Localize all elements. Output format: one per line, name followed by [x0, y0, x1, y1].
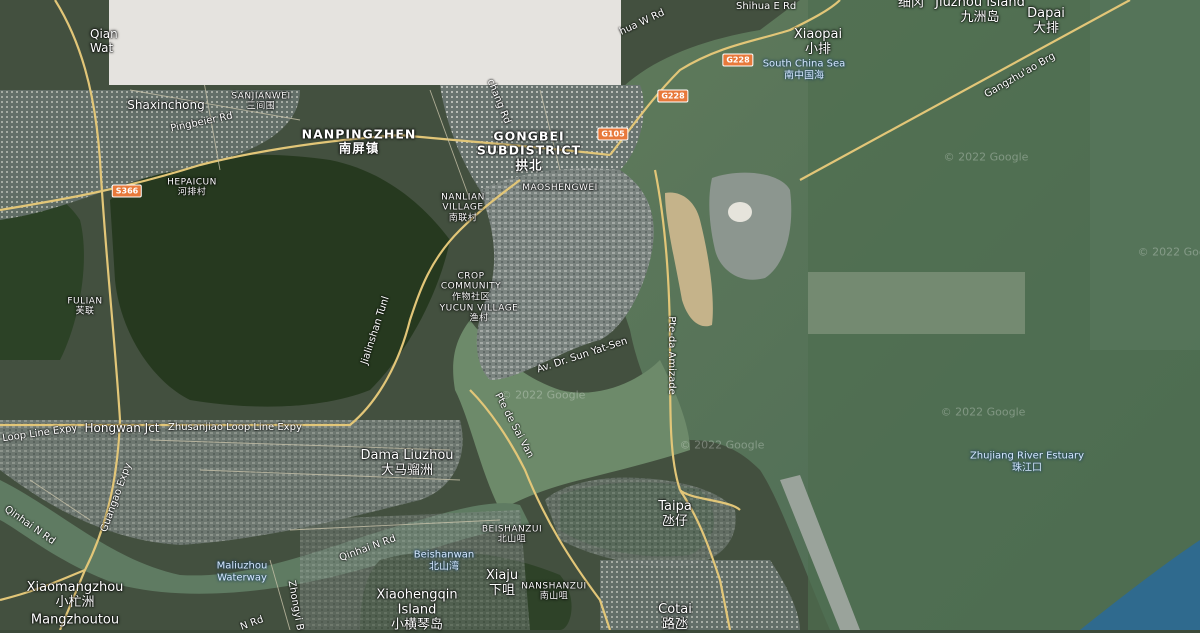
sea-tile-upper [1090, 0, 1200, 350]
place-hepaicun[interactable]: HEPAICUN 河排村 [167, 178, 217, 199]
water-zhujiang-estuary[interactable]: Zhujiang River Estuary 珠江口 [970, 451, 1084, 474]
place-jiuzhou-island[interactable]: Jiuzhou Island 九洲岛 [935, 0, 1025, 26]
place-yucun-village[interactable]: YUCUN VILLAGE 渔村 [440, 304, 519, 325]
place-xiaohengqin-island[interactable]: Xiaohengqin Island 小横琴岛 [376, 588, 457, 633]
place-xiaomangzhou[interactable]: Xiaomangzhou 小杧洲 [27, 580, 124, 611]
google-watermark: © 2022 Google [679, 438, 765, 452]
reclaimed-strip [808, 272, 1025, 334]
google-watermark: © 2022 Google [940, 405, 1026, 419]
place-cotai[interactable]: Cotai 路氹 [658, 602, 692, 633]
highway-shield-s366: S366 [111, 184, 143, 198]
place-nanpingzhen[interactable]: NANPINGZHEN 南屏镇 [302, 127, 417, 157]
place-shaxinchong[interactable]: Shaxinchong [127, 98, 204, 113]
place-nanshanzui[interactable]: NANSHANZUI 南山咀 [521, 582, 586, 603]
place-qian[interactable]: Qian Wat [90, 27, 118, 56]
map-tile-placeholder [109, 0, 621, 85]
place-fulian[interactable]: FULIAN 芙联 [67, 297, 102, 318]
place-sanjianwei[interactable]: SANJIANWEI 三间围 [231, 92, 290, 113]
port-building [728, 202, 752, 222]
place-maoshengwei[interactable]: MAOSHENGWEI [522, 183, 597, 193]
place-taipa[interactable]: Taipa 氹仔 [658, 499, 692, 530]
place-xiwan[interactable]: 细冈 [898, 0, 924, 11]
road-label-amizade: Pte-da Amizade [665, 316, 677, 395]
place-gongbei[interactable]: GONGBEI SUBDISTRICT 拱北 [477, 129, 581, 173]
highway-shield-g228: G228 [657, 89, 689, 103]
place-mangzhoutou[interactable]: Mangzhoutou [31, 613, 119, 629]
google-watermark: © 2022 Google [1137, 245, 1200, 259]
place-dama-liuzhou[interactable]: Dama Liuzhou 大马骝洲 [360, 448, 453, 479]
urban-cotai [600, 560, 800, 630]
place-xiaopai[interactable]: Xiaopai 小排 [794, 27, 842, 58]
road-label-shihua-e: Shihua E Rd [736, 1, 797, 12]
road-label-zhusanjiao: Zhusanjiao Loop Line Expy [168, 422, 302, 433]
water-beishanwan[interactable]: Beishanwan 北山湾 [414, 550, 474, 573]
place-nanlian-village[interactable]: NANLIAN VILLAGE 南联村 [441, 192, 485, 223]
place-hongwan-jct[interactable]: Hongwan Jct [84, 421, 159, 436]
google-watermark: © 2022 Google [500, 388, 586, 402]
water-south-china-sea[interactable]: South China Sea 南中国海 [763, 59, 846, 82]
highway-shield-g105: G105 [597, 127, 629, 141]
highway-shield-g228: G228 [722, 53, 754, 67]
place-crop-community[interactable]: CROP COMMUNITY 作物社区 [441, 271, 501, 302]
satellite-map[interactable] [0, 0, 1200, 630]
place-dapai[interactable]: Dapai 大排 [1027, 6, 1065, 37]
water-maliuzhou-waterway[interactable]: Maliuzhou Waterway [217, 561, 268, 584]
google-watermark: © 2022 Google [943, 150, 1029, 164]
place-beishanzui[interactable]: BEISHANZUI 北山咀 [482, 525, 542, 546]
place-xiaju[interactable]: Xiaju 下咀 [486, 568, 518, 599]
